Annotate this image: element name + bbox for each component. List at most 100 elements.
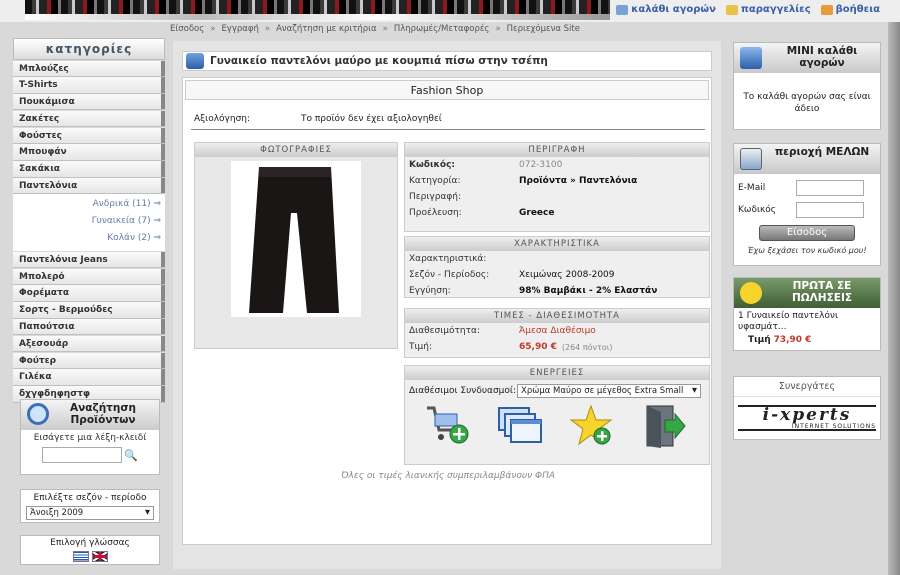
- breadcrumb-advanced-search[interactable]: Αναζήτηση με κριτήρια: [276, 24, 377, 34]
- add-to-cart-button[interactable]: [425, 404, 471, 448]
- sidebar-item-jeans[interactable]: Παντελόνια Jeans: [13, 251, 165, 269]
- features-title: ΧΑΡΑΚΤΗΡΙΣΤΙΚΑ: [405, 237, 709, 251]
- bestseller-price: 73,90 €: [773, 335, 812, 345]
- search-go-icon[interactable]: 🔍: [124, 449, 138, 462]
- subcategory-women[interactable]: Γυναικεία (7) ⇒: [13, 213, 161, 230]
- compare-button[interactable]: [497, 404, 543, 448]
- language-box: Επιλογή γλώσσας: [20, 535, 160, 565]
- page-title: Γυναικείο παντελόνι μαύρο με κουμπιά πίσ…: [210, 55, 548, 67]
- bestseller-index: 1: [738, 311, 744, 321]
- info-icon: [186, 53, 204, 69]
- features-label: Χαρακτηριστικά:: [409, 254, 487, 264]
- uk-flag-icon[interactable]: [91, 551, 108, 562]
- breadcrumb-site-contents[interactable]: Περιεχόμενα Site: [507, 24, 580, 34]
- combos-label: Διαθέσιμοι Συνδυασμοί:: [409, 385, 516, 396]
- warranty-label: Εγγύηση:: [409, 286, 451, 296]
- product-search-box: Αναζήτηση Προϊόντων Εισάγετε μια λέξη-κλ…: [20, 399, 160, 475]
- nav-orders[interactable]: παραγγελίες: [725, 4, 811, 15]
- add-to-favorites-button[interactable]: [569, 404, 615, 448]
- season-label: Σεζόν - Περίοδος:: [409, 270, 490, 280]
- greek-flag-icon[interactable]: [72, 551, 89, 562]
- top-nav: καλάθι αγορών παραγγελίες βοήθεια: [616, 4, 880, 15]
- header-graphic: [25, 0, 610, 20]
- sidebar-item-accessories[interactable]: Αξεσουάρ: [13, 335, 165, 353]
- site-banner: καλάθι αγορών παραγγελίες βοήθεια: [0, 0, 900, 22]
- sidebar-item-shorts[interactable]: Σορτς - Βερμούδες: [13, 302, 165, 319]
- partners-box: Συνεργάτες i-xperts INTERNET SOLUTIONS: [733, 376, 881, 440]
- logo-name: i-xperts: [762, 405, 852, 425]
- features-panel: ΧΑΡΑΚΤΗΡΙΣΤΙΚΑ Χαρακτηριστικά: Σεζόν - Π…: [404, 236, 710, 298]
- sidebar-item-blazers[interactable]: Σακάκια: [13, 161, 165, 178]
- bestsellers-box: ΠΡΩΤΑ ΣΕ ΠΩΛΗΣΕΙΣ 1 Γυναικείο παντελόνι …: [733, 277, 881, 351]
- photos-panel: ΦΩΤΟΓΡΑΦΙΕΣ: [194, 142, 398, 349]
- sidebar-item-bolero[interactable]: Μπολερό: [13, 268, 165, 285]
- star-icon: [740, 282, 762, 304]
- door-exit-icon: [646, 405, 686, 448]
- subcategory-leggings[interactable]: Κολάν (2) ⇒: [13, 230, 161, 247]
- description-panel: ΠΕΡΙΓΡΑΦΗ Κωδικός: 072-3100 Κατηγορία: Προ…: [404, 142, 710, 232]
- warranty-value: 98% Βαμβάκι - 2% Ελαστάν: [519, 286, 658, 296]
- members-title: περιοχή ΜΕΛΩΝ: [774, 146, 870, 158]
- cart-empty-text: Το καλάθι αγορών σας είναι άδειο: [743, 92, 871, 114]
- email-label: E-Mail: [738, 183, 766, 193]
- search-prompt: Εισάγετε μια λέξη-κλειδί: [33, 433, 147, 443]
- product-content: Fashion Shop Αξιολόγηση: Το προϊόν δεν έ…: [182, 77, 712, 545]
- exit-button[interactable]: [641, 404, 687, 448]
- windows-icon: [498, 407, 542, 443]
- sidebar-item-vests[interactable]: Γιλέκα: [13, 369, 165, 386]
- prices-panel: ΤΙΜΕΣ - ΔΙΑΘΕΣΙΜΟΤΗΤΑ Διαθεσιμότητα: Άμεσ…: [404, 308, 710, 358]
- photos-title: ΦΩΤΟΓΡΑΦΙΕΣ: [195, 143, 397, 157]
- search-input[interactable]: [42, 447, 123, 463]
- price-label: Τιμή:: [409, 342, 433, 352]
- nav-help[interactable]: βοήθεια: [820, 4, 880, 15]
- sidebar-item-trousers[interactable]: Παντελόνια: [13, 178, 165, 195]
- cart-icon: [616, 4, 629, 15]
- main-area: Γυναικείο παντελόνι μαύρο με κουμπιά πίσ…: [173, 41, 721, 569]
- category-label: Κατηγορία:: [409, 176, 461, 186]
- folder-icon: [725, 4, 738, 15]
- origin-label: Προέλευση:: [409, 208, 462, 218]
- category-value[interactable]: Προϊόντα » Παντελόνια: [519, 176, 637, 186]
- actions-title: ΕΝΕΡΓΕΙΕΣ: [405, 366, 709, 380]
- sidebar-item-shoes[interactable]: Παπούτσια: [13, 319, 165, 336]
- breadcrumb-register[interactable]: Εγγραφή: [221, 24, 258, 34]
- subcategory-men[interactable]: Ανδρικά (11) ⇒: [13, 196, 161, 213]
- rating-value: Το προϊόν δεν έχει αξιολογηθεί: [301, 114, 442, 124]
- password-label: Κωδικός: [738, 205, 777, 215]
- sidebar-item-blouses[interactable]: Μπλούζες: [13, 60, 165, 77]
- vat-note: Όλες οι τιμές λιανικής συμπεριλαμβάνουν …: [340, 471, 555, 481]
- sidebar-item-skirts[interactable]: Φούστες: [13, 127, 165, 144]
- logo-subtitle: INTERNET SOLUTIONS: [791, 423, 876, 430]
- cart-icon: [740, 47, 762, 69]
- breadcrumb-payments[interactable]: Πληρωμές/Μεταφορές: [394, 24, 490, 34]
- sidebar-item-jackets[interactable]: Μπουφάν: [13, 144, 165, 161]
- page-edge: [888, 22, 900, 575]
- password-field[interactable]: [796, 202, 864, 218]
- ixperts-logo[interactable]: i-xperts INTERNET SOLUTIONS: [738, 405, 876, 431]
- sidebar-item-tshirts[interactable]: T-Shirts: [13, 77, 165, 94]
- season-value: Χειμώνας 2008-2009: [519, 270, 615, 280]
- magnifier-icon: [27, 403, 49, 425]
- tag-icon: [820, 4, 833, 15]
- combo-select[interactable]: Χρώμα Μαύρο σε μέγεθος Extra Small: [517, 384, 701, 398]
- shop-title: Fashion Shop: [185, 80, 709, 100]
- mini-cart-title: ΜΙΝΙ καλάθι αγορών: [786, 45, 858, 69]
- breadcrumb-login[interactable]: Είσοδος: [170, 24, 204, 34]
- code-label: Κωδικός:: [409, 160, 455, 170]
- product-photo[interactable]: [231, 161, 361, 317]
- sidebar-item-sweatshirts[interactable]: Φούτερ: [13, 352, 165, 369]
- sidebar-item-dresses[interactable]: Φορέματα: [13, 285, 165, 302]
- rating-row: Αξιολόγηση: Το προϊόν δεν έχει αξιολογηθ…: [191, 112, 705, 130]
- bestseller-item-link[interactable]: Γυναικείο παντελόνι υφασμάτ...: [738, 311, 838, 332]
- bestseller-price-label: Τιμή: [748, 335, 771, 345]
- login-button[interactable]: Είσοδος: [759, 225, 855, 241]
- description-label: Περιγραφή:: [409, 192, 462, 202]
- forgot-password-link[interactable]: Έχω ξεχάσει τον κωδικό μου!: [734, 246, 880, 255]
- prices-title: ΤΙΜΕΣ - ΔΙΑΘΕΣΙΜΟΤΗΤΑ: [405, 309, 709, 323]
- sidebar-item-shirts[interactable]: Πουκάμισα: [13, 94, 165, 111]
- email-field[interactable]: [796, 180, 864, 196]
- member-card-icon: [740, 148, 762, 170]
- season-select[interactable]: Άνοιξη 2009: [26, 506, 154, 520]
- nav-cart[interactable]: καλάθι αγορών: [616, 4, 716, 15]
- sidebar-item-cardigans[interactable]: Ζακέτες: [13, 110, 165, 128]
